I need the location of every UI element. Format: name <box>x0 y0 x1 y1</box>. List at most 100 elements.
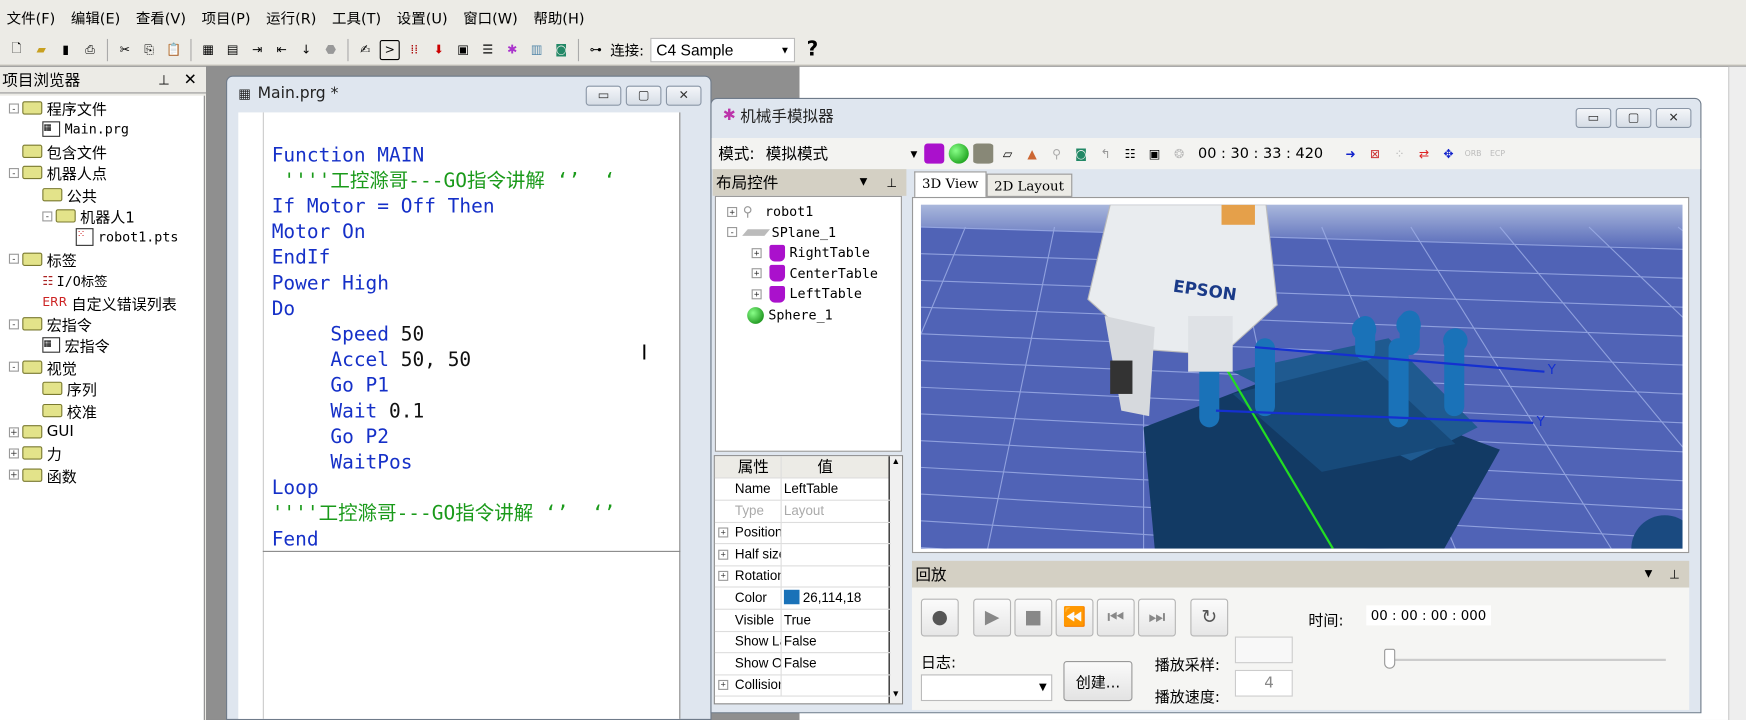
indent-icon[interactable]: ⇥ <box>247 40 267 60</box>
expand-icon[interactable]: + <box>751 268 762 279</box>
shapes-icon[interactable]: ▲ <box>1022 144 1042 164</box>
close-button[interactable]: ✕ <box>665 85 702 106</box>
rotate-axis-icon[interactable]: ✥ <box>1439 144 1459 164</box>
menu-item[interactable]: 运行(R) <box>266 7 316 28</box>
menu-item[interactable]: 项目(P) <box>202 7 251 28</box>
property-row[interactable]: + Position <box>714 522 891 545</box>
layout-tree-item[interactable]: + CenterTable <box>751 264 878 284</box>
expand-icon[interactable]: + <box>718 680 729 691</box>
arrow-zero-icon[interactable]: ➜ <box>1341 144 1361 164</box>
property-row[interactable]: Type Layout <box>714 500 891 523</box>
form-icon[interactable]: ▥ <box>527 40 547 60</box>
tree-item[interactable]: + 力 <box>8 443 62 464</box>
simulator-icon[interactable]: ✱ <box>502 40 522 60</box>
menu-item[interactable]: 文件(F) <box>7 7 56 28</box>
minimize-button[interactable]: ▭ <box>1575 107 1612 128</box>
property-row[interactable]: + Rotation <box>714 565 891 588</box>
print-icon[interactable]: ⎙ <box>80 40 100 60</box>
expand-icon[interactable]: + <box>8 448 19 459</box>
play-button[interactable]: ▶ <box>973 598 1012 637</box>
record-button[interactable]: ● <box>920 598 959 637</box>
skip-end-button[interactable]: ⏭ <box>1138 598 1176 637</box>
property-row[interactable]: Visible True <box>714 609 891 632</box>
variables-icon[interactable]: ▣ <box>453 40 473 60</box>
tree-item[interactable]: 包含文件 <box>9 141 107 162</box>
code-editor[interactable]: Function MAIN ''''工控滁哥---GO指令讲解 ‘’ ‘If M… <box>238 112 681 719</box>
tree-item[interactable]: ⁙ robot1.pts <box>75 227 178 247</box>
tree-item[interactable]: ERR 自定义错误列表 <box>42 292 176 313</box>
chevron-down-icon[interactable]: ▼ <box>911 149 918 159</box>
tree-item[interactable]: - 程序文件 <box>8 98 107 119</box>
tree-item[interactable]: ▦ 宏指令 <box>42 335 110 357</box>
property-row[interactable]: + Collision <box>714 674 891 698</box>
grid-icon[interactable]: ▦ <box>198 40 218 60</box>
cut-icon[interactable]: ✂ <box>115 40 135 60</box>
close-icon[interactable]: ✕ <box>184 71 197 89</box>
outdent-icon[interactable]: ⇤ <box>272 40 292 60</box>
brain-icon[interactable]: ❂ <box>1169 144 1189 164</box>
collision-icon[interactable]: ⊠ <box>1365 144 1385 164</box>
property-row[interactable]: Show OrigFalse <box>714 652 891 676</box>
tree-item[interactable]: - 机器人1 <box>42 206 135 227</box>
property-row[interactable]: Name LeftTable <box>714 478 891 501</box>
menu-item[interactable]: 设置(U) <box>397 7 448 28</box>
save-all-icon[interactable]: ▮ <box>56 40 76 60</box>
stop-icon[interactable]: ⬣ <box>321 40 341 60</box>
tree-item[interactable]: - 标签 <box>8 249 77 270</box>
connection-select[interactable]: C4 Sample ▼ <box>650 37 796 62</box>
command-window-icon[interactable]: > <box>379 39 400 60</box>
tree-item[interactable]: - 视觉 <box>8 357 77 378</box>
collapse-icon[interactable]: - <box>42 210 53 221</box>
new-file-icon[interactable]: 🗋 <box>7 40 27 60</box>
tree-item[interactable]: + GUI <box>8 422 74 442</box>
tree-item[interactable]: 序列 <box>42 379 97 400</box>
list-icon[interactable]: ☷ <box>1120 144 1140 164</box>
layout-tree-item[interactable]: + RightTable <box>751 243 870 263</box>
copy-icon[interactable]: ⎘ <box>139 40 159 60</box>
box-icon[interactable] <box>924 143 945 164</box>
collapse-icon[interactable]: - <box>8 318 19 329</box>
collapse-icon[interactable]: - <box>727 227 738 238</box>
expand-icon[interactable]: + <box>751 289 762 300</box>
menu-item[interactable]: 工具(T) <box>332 7 381 28</box>
time-slider[interactable] <box>1385 658 1666 662</box>
tree-item[interactable]: 校准 <box>42 400 97 421</box>
tree-item[interactable]: - 机器人点 <box>8 163 107 184</box>
refresh-button[interactable]: ↻ <box>1190 598 1229 637</box>
menu-item[interactable]: 帮助(H) <box>533 7 584 28</box>
pin-icon[interactable]: ⊥ <box>886 175 897 189</box>
tree-item[interactable]: + 函数 <box>8 465 77 486</box>
chevron-down-icon[interactable]: ▼ <box>1645 569 1653 580</box>
create-log-button[interactable]: 创建... <box>1063 661 1133 702</box>
download-icon[interactable]: ⬇ <box>429 40 449 60</box>
layout-tree-item[interactable]: - SPlane_1 <box>727 222 836 242</box>
collapse-icon[interactable]: - <box>8 361 19 373</box>
expand-icon[interactable]: + <box>727 206 738 217</box>
pin-icon[interactable]: ⊥ <box>158 72 170 88</box>
sort-icon[interactable]: ↓ <box>296 40 316 60</box>
expand-icon[interactable]: + <box>8 469 19 480</box>
plane-icon[interactable]: ▱ <box>998 144 1018 164</box>
rewind-button[interactable]: ⏪ <box>1055 598 1094 637</box>
expand-icon[interactable]: + <box>8 426 19 437</box>
log-select[interactable]: ▼ <box>920 674 1053 702</box>
property-row[interactable]: Color 26,114,18 <box>714 587 891 610</box>
workspace-scrollbar[interactable] <box>1728 66 1746 720</box>
menu-item[interactable]: 查看(V) <box>136 7 186 28</box>
skip-start-button[interactable]: ⏮ <box>1096 598 1135 637</box>
io-label-icon[interactable]: ☰ <box>478 40 498 60</box>
tree-item[interactable]: 公共 <box>42 184 97 205</box>
layout-tree-item[interactable]: Sphere_1 <box>727 305 833 325</box>
tree-item[interactable]: ☷ I/O标签 <box>42 271 107 291</box>
expand-icon[interactable]: + <box>718 527 729 538</box>
layout-tree-item[interactable]: + LeftTable <box>751 284 862 304</box>
mode-select[interactable]: 模拟模式 <box>766 142 911 164</box>
collapse-icon[interactable]: - <box>8 254 19 265</box>
property-row[interactable]: Show LabeFalse <box>714 631 891 654</box>
minimize-button[interactable]: ▭ <box>585 85 622 106</box>
expand-icon[interactable]: + <box>751 247 762 258</box>
collapse-icon[interactable]: - <box>8 167 19 178</box>
close-button[interactable]: ✕ <box>1655 107 1692 128</box>
pin-icon[interactable]: ⊥ <box>1669 567 1680 581</box>
open-folder-icon[interactable]: ▰ <box>31 40 51 60</box>
